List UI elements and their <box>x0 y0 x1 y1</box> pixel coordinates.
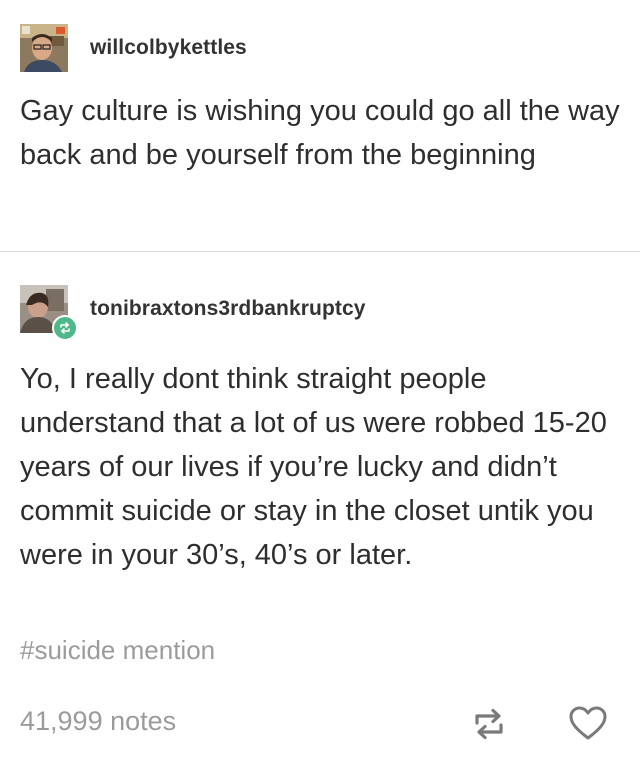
post-username[interactable]: willcolbykettles <box>90 36 247 60</box>
user-avatar-photo-icon <box>20 24 68 72</box>
like-button[interactable] <box>568 704 608 744</box>
reblog-badge <box>52 315 78 341</box>
post-divider <box>0 251 640 252</box>
post-header: willcolbykettles <box>20 24 247 72</box>
post-body-text: Gay culture is wishing you could go all … <box>20 95 620 171</box>
original-post: willcolbykettles Gay culture is wishing … <box>0 0 640 252</box>
post-header: tonibraxtons3rdbankruptcy <box>20 285 366 341</box>
reblog-badge-icon <box>60 322 70 334</box>
post-footer: 41,999 notes <box>0 700 640 750</box>
avatar[interactable] <box>20 24 68 72</box>
notes-count[interactable]: 41,999 notes <box>20 706 176 737</box>
reblog-icon <box>475 708 503 740</box>
reblog-button[interactable] <box>469 704 509 744</box>
avatar[interactable] <box>20 285 78 341</box>
heart-icon <box>569 706 607 740</box>
reblog-post: tonibraxtons3rdbankruptcy Yo, I really d… <box>0 253 640 757</box>
post-body-text: Yo, I really dont think straight people … <box>20 363 607 571</box>
post-username[interactable]: tonibraxtons3rdbankruptcy <box>90 297 366 321</box>
post-tag[interactable]: #suicide mention <box>20 635 215 666</box>
